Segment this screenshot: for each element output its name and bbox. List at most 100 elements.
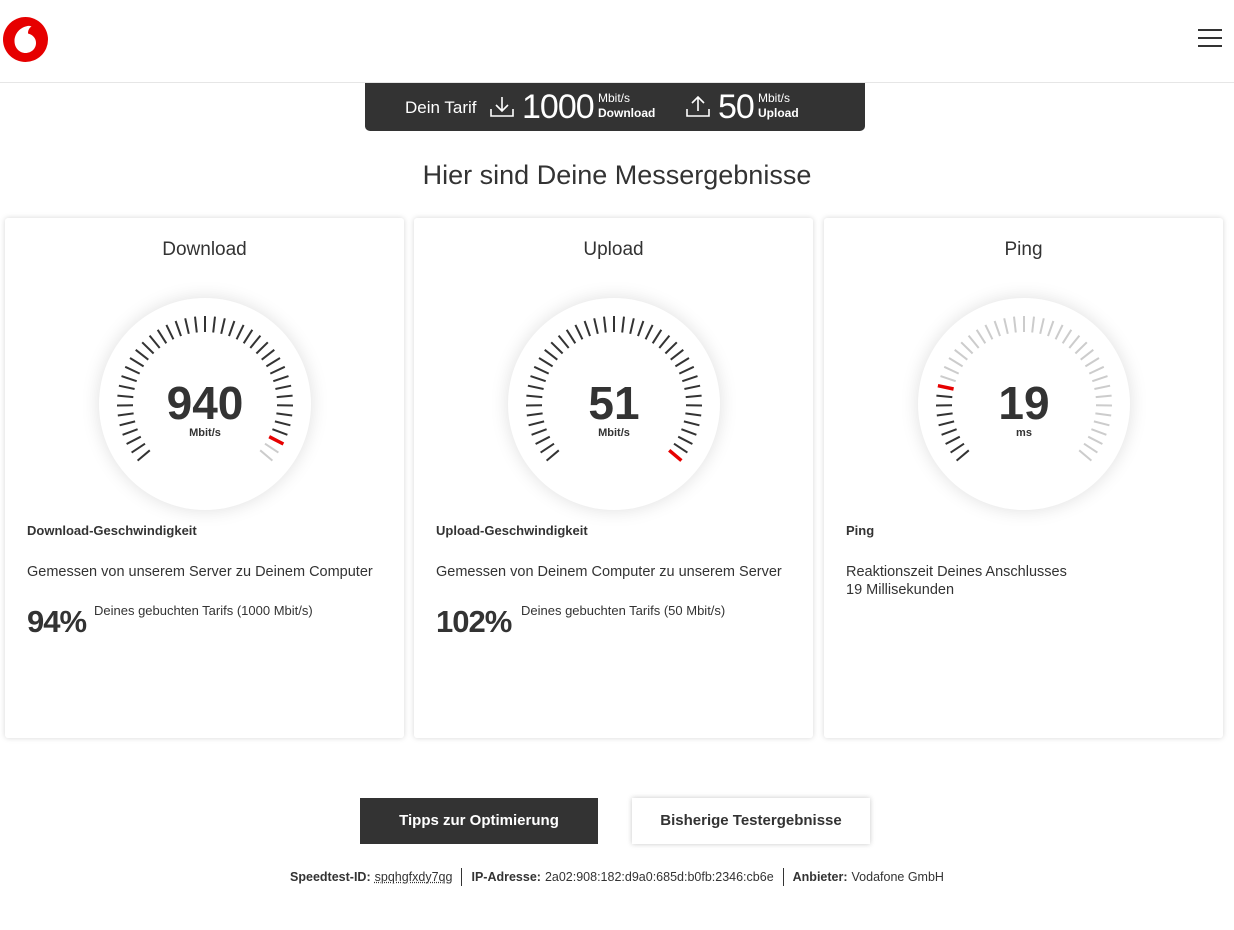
upload-gauge: 51 Mbit/s [508, 298, 720, 510]
gauge-tick [955, 449, 970, 462]
gauge-tick [533, 365, 550, 375]
gauge-tick [194, 316, 198, 333]
gauge-tick [220, 318, 226, 335]
gauge-tick [1084, 357, 1100, 368]
download-card: Download 940 Mbit/s Download-Geschwindig… [5, 218, 404, 738]
gauge-tick [574, 324, 584, 340]
gauge-tick [993, 320, 1001, 337]
tariff-download-unit-text: Mbit/s [598, 91, 631, 105]
header [0, 0, 1234, 83]
gauge-tick [1068, 334, 1081, 349]
gauge-tick [269, 365, 286, 375]
gauge-tick [1039, 318, 1045, 335]
ping-gauge: 19 ms [918, 298, 1130, 510]
footer-info: Speedtest-ID: spqhgfxdy7qg IP-Adresse: 2a02… [0, 868, 1234, 886]
gauge-indicator [668, 448, 683, 462]
card-description-line: 19 Millisekunden [846, 582, 955, 598]
gauge-unit: Mbit/s [598, 427, 630, 439]
speedtest-id: Speedtest-ID: spqhgfxdy7qg [281, 868, 461, 886]
history-button[interactable]: Bisherige Testergebnisse [632, 798, 870, 844]
download-gauge: 940 Mbit/s [99, 298, 311, 510]
provider-label: Anbieter: [792, 870, 848, 884]
gauge-tick [212, 316, 216, 333]
card-description-line: Reaktionszeit Deines Anschlusses [846, 564, 1067, 580]
gauge-tick [1013, 316, 1017, 333]
gauge-tick [544, 349, 558, 361]
tariff-bar: Dein Tarif 1000 Mbit/s Download 50 Mbit/… [365, 83, 865, 131]
gauge-tick [540, 442, 555, 454]
gauge-tick [678, 365, 695, 375]
gauge-tick [249, 334, 262, 349]
card-description: Reaktionszeit Deines Anschlusses 19 Mill… [846, 563, 1067, 599]
provider-value: Vodafone GmbH [851, 870, 944, 884]
gauge-tick [131, 442, 146, 454]
gauge-tick [673, 442, 688, 454]
download-icon [489, 95, 515, 119]
tips-button[interactable]: Tipps zur Optimierung [360, 798, 598, 844]
gauge-tick [954, 349, 968, 361]
gauge-tick [1047, 320, 1055, 337]
tariff-upload-unit: Mbit/s Upload [758, 91, 799, 121]
tariff-upload-unit-text: Mbit/s [758, 91, 791, 105]
gauge-tick [1003, 318, 1009, 335]
gauge-tick [583, 320, 591, 337]
card-description: Gemessen von Deinem Computer zu unserem … [436, 564, 782, 580]
page-title: Hier sind Deine Messergebnisse [422, 160, 812, 190]
tariff-upload-caption: Upload [758, 106, 799, 120]
card-title: Upload [583, 239, 644, 260]
gauge-tick [156, 329, 168, 344]
gauge-tick [184, 318, 190, 335]
gauge-tick [1083, 442, 1098, 454]
gauge-tick [593, 318, 599, 335]
ip-address-label: IP-Adresse: [471, 870, 541, 884]
gauge-tick [664, 341, 678, 355]
speedtest-id-link[interactable]: spqhgfxdy7qg [375, 870, 453, 884]
hamburger-menu-icon[interactable] [1195, 26, 1225, 50]
tariff-upload-value: 50 [718, 88, 755, 126]
tariff-percentage-note: Deines gebuchten Tarifs (50 Mbit/s) [521, 603, 726, 618]
card-description: Gemessen von unserem Server zu Deinem Co… [27, 564, 373, 580]
gauge-tick [255, 341, 269, 355]
upload-card: Upload 51 Mbit/s Upload-Geschwindigkeit … [414, 218, 813, 738]
gauge-tick [984, 324, 994, 340]
card-subtitle: Download-Geschwindigkeit [27, 523, 197, 538]
gauge-value: 51 [588, 377, 640, 429]
ip-address: IP-Adresse: 2a02:908:182:d9a0:685d:b0fb:2… [461, 868, 782, 886]
gauge-tick [967, 334, 980, 349]
gauge-tick [165, 324, 175, 340]
gauge-tick [637, 320, 645, 337]
gauge-unit: Mbit/s [189, 427, 221, 439]
gauge-tick [242, 329, 254, 344]
gauge-tick [135, 349, 149, 361]
gauge-tick [264, 442, 279, 454]
gauge-tick [670, 349, 684, 361]
gauge-tick [557, 334, 570, 349]
gauge-tick [629, 318, 635, 335]
gauge-tick [1074, 341, 1088, 355]
tariff-percentage: 94% [27, 604, 87, 639]
gauge-tick [603, 316, 607, 333]
gauge-tick [621, 316, 625, 333]
gauge-tick [1061, 329, 1073, 344]
gauge-tick [545, 449, 560, 462]
gauge-tick [948, 357, 964, 368]
gauge-tick [950, 442, 965, 454]
vodafone-logo-icon[interactable] [3, 17, 48, 62]
gauge-tick [550, 341, 564, 355]
gauge-tick [943, 365, 960, 375]
gauge-tick [651, 329, 663, 344]
gauge-tick [136, 449, 151, 462]
tariff-download-value: 1000 [522, 88, 595, 126]
provider: Anbieter: Vodafone GmbH [782, 868, 953, 886]
ping-card: Ping 19 ms Ping Reaktionszeit Deines Ans… [824, 218, 1223, 738]
tariff-percentage: 102% [436, 604, 512, 639]
gauge-tick [141, 341, 155, 355]
gauge-tick [975, 329, 987, 344]
gauge-tick [129, 357, 145, 368]
upload-icon [685, 95, 711, 119]
gauge-tick [148, 334, 161, 349]
gauge-tick [538, 357, 554, 368]
gauge-tick [1054, 324, 1064, 340]
tariff-download-caption: Download [598, 106, 656, 120]
gauge-tick [960, 341, 974, 355]
